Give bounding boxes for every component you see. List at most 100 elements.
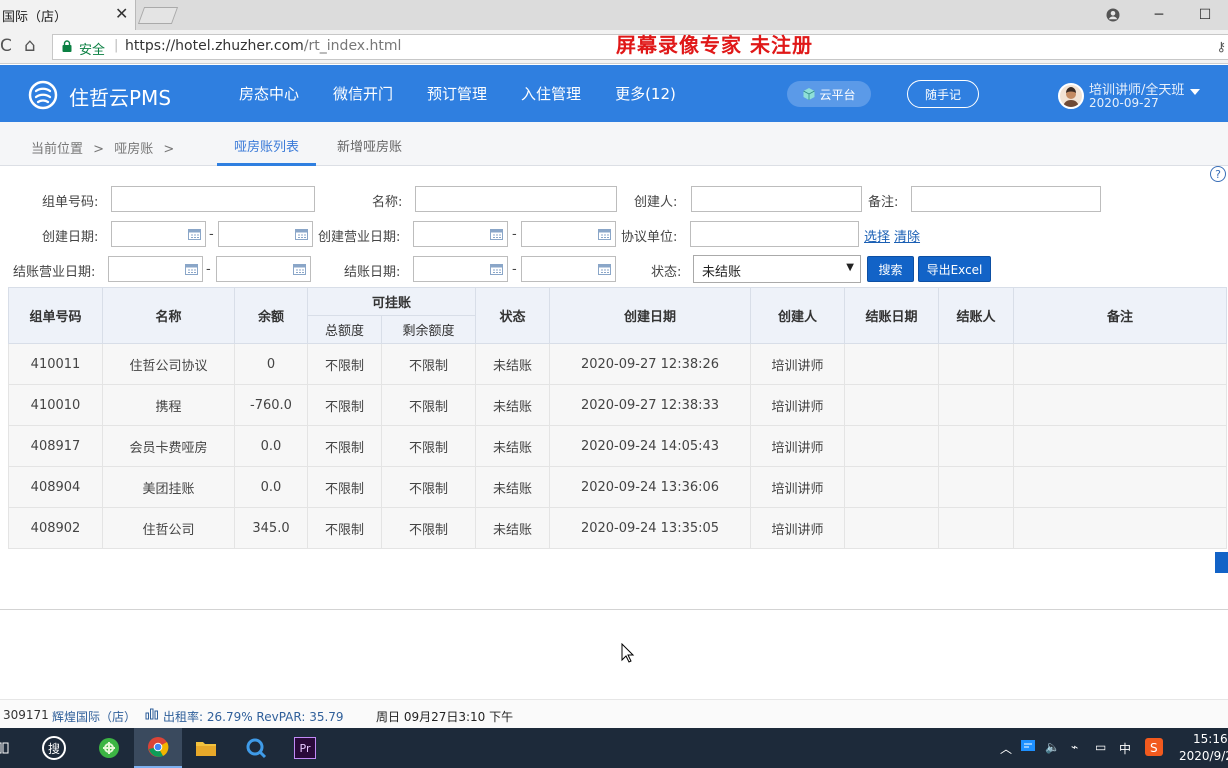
cell-group-no: 408902 (8, 507, 103, 549)
col-header-group-no[interactable]: 组单号码 (8, 287, 103, 344)
nav-more[interactable]: 更多(12) (598, 65, 693, 122)
browser-360-icon[interactable] (85, 728, 133, 768)
chrome-icon[interactable] (134, 728, 182, 768)
clear-link[interactable]: 清除 (894, 226, 920, 245)
table-row[interactable]: 408917 会员卡费哑房 0.0 不限制 不限制 未结账 2020-09-24 14:05… (8, 425, 1228, 467)
tab-add-dummy-account[interactable]: 新增哑房账 (337, 136, 402, 155)
calendar-icon[interactable] (295, 228, 308, 240)
help-icon[interactable]: ? (1210, 166, 1226, 182)
create-date-from[interactable] (111, 221, 206, 247)
nav-checkin[interactable]: 入住管理 (504, 65, 598, 122)
screen-recorder-icon[interactable] (232, 728, 280, 768)
app-status-bar: 309171 辉煌国际（店） 出租率: 26.79% RevPAR: 35.79… (0, 699, 1228, 728)
settle-biz-date-to[interactable] (216, 256, 311, 282)
brand-name: 住哲云PMS (69, 86, 172, 110)
nav-wechat-door[interactable]: 微信开门 (316, 65, 410, 122)
calendar-icon[interactable] (188, 228, 201, 240)
col-header-balance[interactable]: 余额 (234, 287, 308, 344)
cell-remark (1013, 384, 1228, 426)
agreement-unit-input[interactable] (690, 221, 859, 247)
cell-settle-date (844, 425, 940, 467)
table-row[interactable]: 408902 住哲公司 345.0 不限制 不限制 未结账 2020-09-24 13:35… (8, 507, 1228, 549)
remark-input[interactable] (911, 186, 1101, 212)
notification-icon[interactable] (1020, 738, 1036, 757)
cloud-platform-button[interactable]: 云平台 (787, 81, 871, 107)
browser-tab[interactable]: 国际（店） ✕ (0, 0, 136, 30)
create-biz-date-label: 创建营业日期: (318, 230, 401, 245)
col-header-remark[interactable]: 备注 (1013, 287, 1228, 344)
hotel-name[interactable]: 辉煌国际（店） (52, 708, 136, 725)
avatar[interactable] (1058, 83, 1084, 109)
name-input[interactable] (415, 186, 617, 212)
chevron-down-icon[interactable] (1190, 89, 1200, 95)
network-icon[interactable]: ⌁ (1071, 740, 1078, 754)
col-header-name[interactable]: 名称 (102, 287, 235, 344)
col-header-settle-date[interactable]: 结账日期 (844, 287, 940, 344)
col-header-status[interactable]: 状态 (475, 287, 551, 344)
maximize-icon[interactable]: ☐ (1182, 0, 1228, 30)
ime-indicator[interactable]: 中 (1119, 740, 1131, 757)
calendar-icon[interactable] (598, 228, 611, 240)
dropdown-arrow-icon: ▼ (846, 262, 854, 273)
home-icon[interactable]: ⌂ (24, 35, 35, 56)
clock-date[interactable]: 2020/9/2 (1179, 749, 1228, 763)
col-header-credit: 可挂账 (306, 287, 477, 316)
create-biz-date-from[interactable] (413, 221, 508, 247)
range-dash: - (512, 227, 517, 242)
settle-date-to[interactable] (521, 256, 616, 282)
reload-icon[interactable]: C (0, 36, 12, 56)
task-view-icon[interactable] (0, 728, 26, 768)
search-app-icon[interactable]: 搜 (30, 728, 78, 768)
cell-status: 未结账 (475, 384, 551, 426)
cell-group-no: 410010 (8, 384, 103, 426)
minimize-icon[interactable]: ─ (1136, 0, 1182, 30)
col-header-creator[interactable]: 创建人 (750, 287, 846, 344)
search-button[interactable]: 搜索 (867, 256, 914, 282)
battery-icon[interactable]: ▭ (1095, 740, 1106, 754)
occupancy-stats: 出租率: 26.79% RevPAR: 35.79 (163, 710, 344, 724)
url-text: https://hotel.zhuzher.com/rt_index.html (125, 38, 401, 54)
tab-dummy-account-list[interactable]: 哑房账列表 (234, 136, 299, 155)
profile-icon[interactable] (1090, 0, 1136, 30)
nav-room-status[interactable]: 房态中心 (222, 65, 316, 122)
create-biz-date-to[interactable] (521, 221, 616, 247)
cell-creator: 培训讲师 (750, 466, 846, 508)
table-row[interactable]: 408904 美团挂账 0.0 不限制 不限制 未结账 2020-09-24 13:36:0… (8, 466, 1228, 508)
table-row[interactable]: 410011 住哲公司协议 0 不限制 不限制 未结账 2020-09-27 12:38:2… (8, 343, 1228, 385)
cell-created: 2020-09-27 12:38:33 (549, 384, 752, 426)
calendar-icon[interactable] (490, 228, 503, 240)
volume-icon[interactable]: 🔈 (1045, 740, 1060, 754)
tray-expand-icon[interactable]: ︿ (1000, 740, 1012, 757)
settle-biz-date-from[interactable] (108, 256, 203, 282)
group-no-input[interactable] (111, 186, 315, 212)
calendar-icon[interactable] (598, 263, 611, 275)
calendar-icon[interactable] (490, 263, 503, 275)
main-nav: 房态中心 微信开门 预订管理 入住管理 更多(12) (222, 65, 693, 122)
cell-balance: 0 (234, 343, 308, 385)
sogou-ime-icon[interactable]: S (1145, 738, 1163, 759)
col-header-settler[interactable]: 结账人 (938, 287, 1015, 344)
calendar-icon[interactable] (185, 263, 198, 275)
key-icon[interactable]: ⚷ (1216, 40, 1226, 55)
col-header-created[interactable]: 创建日期 (549, 287, 752, 344)
calendar-icon[interactable] (293, 263, 306, 275)
clock-time[interactable]: 15:16 (1193, 732, 1228, 746)
quick-notes-button[interactable]: 随手记 (907, 80, 979, 108)
lock-icon (62, 40, 72, 52)
file-explorer-icon[interactable] (182, 728, 230, 768)
tab-close-icon[interactable]: ✕ (115, 4, 128, 23)
table-row[interactable]: 410010 携程 -760.0 不限制 不限制 未结账 2020-09-27 12:38:… (8, 384, 1228, 426)
export-excel-button[interactable]: 导出Excel (918, 256, 991, 282)
side-panel-tab[interactable] (1215, 552, 1228, 573)
settle-date-from[interactable] (413, 256, 508, 282)
creator-input[interactable] (691, 186, 862, 212)
breadcrumb-current[interactable]: 哑房账 (114, 142, 153, 157)
status-select[interactable]: 未结账 ▼ (693, 255, 861, 283)
select-link[interactable]: 选择 (864, 226, 890, 245)
cell-status: 未结账 (475, 343, 551, 385)
nav-reservations[interactable]: 预订管理 (410, 65, 504, 122)
premiere-icon[interactable]: Pr (281, 728, 329, 768)
new-tab-button[interactable] (137, 7, 179, 24)
table-body: 410011 住哲公司协议 0 不限制 不限制 未结账 2020-09-27 12:38:2… (8, 343, 1228, 549)
create-date-to[interactable] (218, 221, 313, 247)
